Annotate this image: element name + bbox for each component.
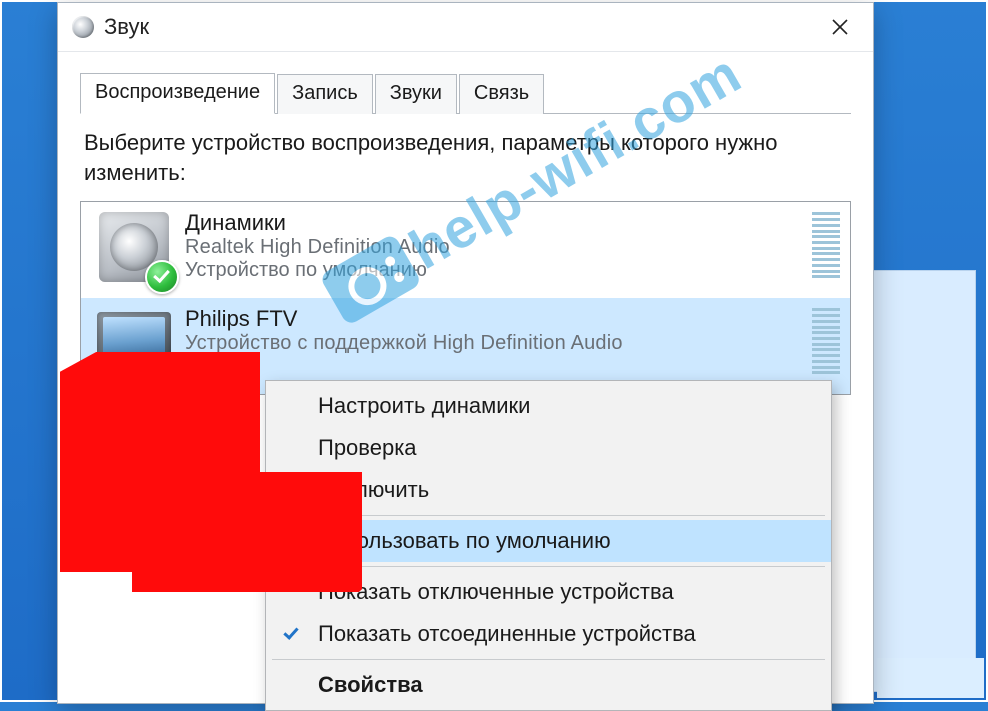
device-row-speakers[interactable]: Динамики Realtek High Definition Audio У… [81, 202, 850, 298]
taskbar-fragment [877, 658, 984, 698]
comm-default-icon [145, 356, 179, 390]
tv-icon [91, 306, 177, 384]
device-status: Устройство по умолчанию [185, 259, 840, 282]
ctx-set-default[interactable]: Использовать по умолчанию [266, 520, 831, 562]
level-meter [812, 212, 840, 278]
tab-strip: Воспроизведение Запись Звуки Связь [80, 72, 851, 114]
device-text: Динамики Realtek High Definition Audio У… [177, 210, 840, 282]
level-meter [812, 308, 840, 374]
close-button[interactable] [813, 7, 867, 47]
tab-sounds[interactable]: Звуки [375, 74, 457, 114]
ctx-disable[interactable]: Отключить [266, 469, 831, 511]
speaker-icon [91, 210, 177, 288]
default-check-icon [145, 260, 179, 294]
context-menu: Настроить динамики Проверка Отключить Ис… [265, 380, 832, 711]
device-name: Динамики [185, 210, 840, 236]
checkmark-icon [282, 624, 300, 642]
device-driver: Устройство с поддержкой High Definition … [185, 332, 840, 355]
dialog-body: Воспроизведение Запись Звуки Связь Выбер… [58, 52, 873, 395]
window-title: Звук [104, 14, 813, 40]
screenshot-frame: Звук Воспроизведение Запись Звуки Связь … [0, 0, 988, 702]
device-name: Philips FTV [185, 306, 840, 332]
ctx-test[interactable]: Проверка [266, 427, 831, 469]
ctx-sep [272, 515, 825, 516]
ctx-label: Показать отсоединенные устройства [318, 621, 696, 647]
ctx-show-disconnected[interactable]: Показать отсоединенные устройства [266, 613, 831, 655]
background-window [864, 270, 976, 692]
ctx-sep [272, 659, 825, 660]
tab-recording[interactable]: Запись [277, 74, 373, 114]
close-icon [831, 18, 849, 36]
device-list[interactable]: Динамики Realtek High Definition Audio У… [80, 201, 851, 395]
tab-comm[interactable]: Связь [459, 74, 544, 114]
device-driver: Realtek High Definition Audio [185, 236, 840, 259]
ctx-properties[interactable]: Свойства [266, 664, 831, 706]
ctx-configure[interactable]: Настроить динамики [266, 385, 831, 427]
device-text: Philips FTV Устройство с поддержкой High… [177, 306, 840, 378]
titlebar: Звук [58, 3, 873, 52]
sound-icon [72, 16, 94, 38]
ctx-show-disabled[interactable]: Показать отключенные устройства [266, 571, 831, 613]
instruction-text: Выберите устройство воспроизведения, пар… [84, 128, 847, 187]
ctx-sep [272, 566, 825, 567]
tab-playback[interactable]: Воспроизведение [80, 73, 275, 114]
